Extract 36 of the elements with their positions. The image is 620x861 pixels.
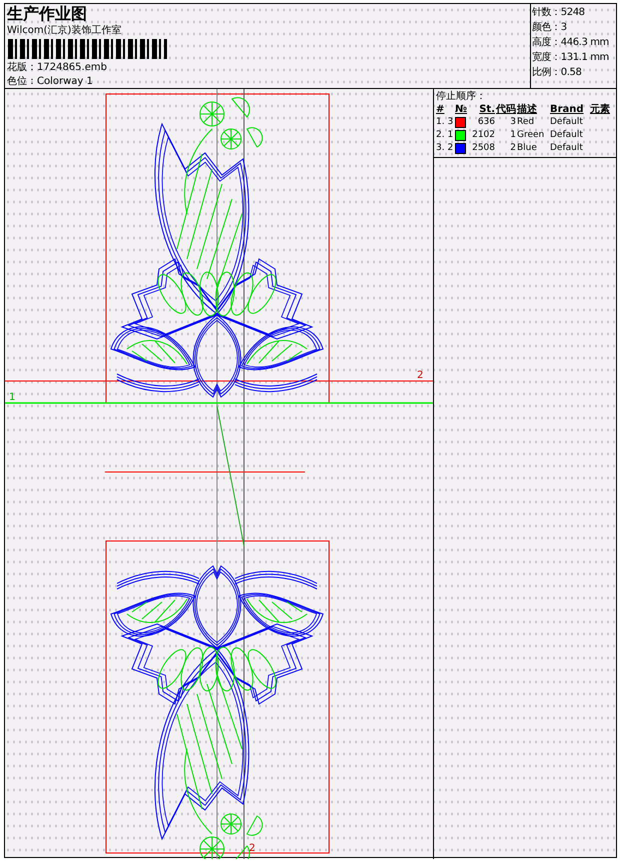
table-cell-text: 1	[509, 129, 516, 142]
table-cell-text: Red	[517, 116, 536, 129]
design-file: 花版：1724865.emb	[7, 61, 108, 74]
stat-line: 高度：446.3 mm	[532, 36, 610, 49]
table-cell-text: Default	[550, 116, 584, 129]
guide-marker: 2	[249, 843, 256, 854]
colorway-name: 色位：Colorway 1	[7, 75, 94, 88]
barcode-icon	[7, 39, 167, 59]
table-cell-text: Default	[550, 142, 584, 155]
sheet-title: 生产作业图	[7, 4, 88, 23]
column-header: #	[436, 103, 446, 116]
table-cell-text: 2508	[471, 142, 495, 155]
table-title: 停止顺序：	[436, 90, 487, 103]
stat-line: 针数：5248	[532, 6, 586, 19]
column-header: Brand	[550, 103, 585, 116]
table-cell-text: 636	[476, 116, 495, 129]
company-name: Wilcom(汇京)装饰工作室	[7, 24, 122, 37]
table-cell-text: Green	[517, 129, 546, 142]
column-header: №	[455, 103, 468, 116]
table-cell: 2. 1	[436, 129, 454, 142]
guide-marker: 2	[417, 370, 424, 381]
column-header: St.	[478, 103, 495, 116]
table-cell-text: 2102	[471, 129, 495, 142]
stat-line: 颜色：3	[532, 21, 568, 34]
table-cell: 3. 2	[436, 142, 454, 155]
table-cell-text: 3	[509, 116, 516, 129]
guide-marker: 1	[9, 392, 16, 403]
column-header: 描述	[517, 103, 538, 116]
table-cell-text: 2	[509, 142, 516, 155]
table-cell: 1. 3	[436, 116, 454, 129]
column-header: 代码	[496, 103, 516, 116]
table-cell-text: Default	[550, 129, 584, 142]
column-header: 元素	[590, 103, 611, 116]
table-cell-text: Blue	[517, 142, 538, 155]
stat-line: 比例：0.58	[532, 66, 582, 79]
stat-line: 宽度：131.1 mm	[532, 51, 610, 64]
